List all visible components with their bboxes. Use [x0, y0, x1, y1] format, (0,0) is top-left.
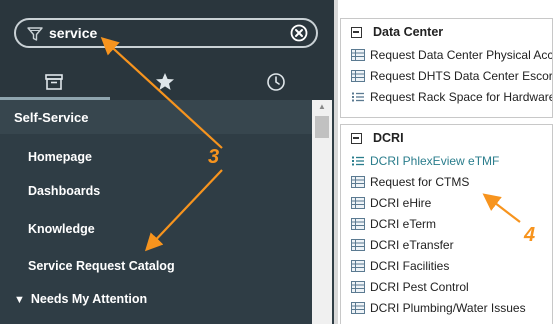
catalog-item-icon [351, 238, 365, 251]
catalog-item-icon [351, 301, 365, 314]
list-icon [352, 156, 364, 166]
panel-title: DCRI [373, 131, 404, 145]
panel-dcri: DCRI DCRI PhlexEview eTMF Request for CT… [340, 124, 553, 324]
catalog-item[interactable]: DCRI eTerm [341, 216, 552, 237]
collapse-icon[interactable] [351, 27, 362, 38]
panel-header: Data Center [341, 19, 552, 47]
catalog-item-icon [351, 48, 365, 61]
navigator-menu: Self-Service Homepage Dashboards Knowled… [0, 100, 334, 324]
application-label: Self-Service [14, 110, 89, 125]
scroll-up-arrow-icon[interactable]: ▲ [312, 100, 332, 114]
catalog-item[interactable]: Request Data Center Physical Access [341, 47, 552, 68]
content-edge [334, 0, 338, 324]
tab-all-applications[interactable] [42, 70, 66, 94]
callout-number-4: 4 [524, 224, 536, 246]
callout-number-3: 3 [208, 146, 220, 168]
application-self-service[interactable]: Self-Service [0, 100, 312, 134]
filter-text: service [49, 25, 98, 41]
navigator-tabs [0, 66, 334, 100]
panel-title: Data Center [373, 25, 444, 39]
catalog-item[interactable]: DCRI Pest Control [341, 279, 552, 300]
catalog-item[interactable]: DCRI Facilities [341, 258, 552, 279]
archive-box-icon [45, 74, 63, 90]
collapse-icon[interactable] [351, 133, 362, 144]
tab-favorites[interactable] [153, 70, 177, 94]
panel-data-center: Data Center Request Data Center Physical… [340, 18, 553, 118]
catalog-item-icon [351, 259, 365, 272]
scrollbar-thumb[interactable] [315, 116, 329, 138]
catalog-item[interactable]: DCRI PhlexEview eTMF [341, 153, 552, 174]
panel-header: DCRI [341, 125, 552, 153]
filter-icon [27, 27, 43, 41]
catalog-item-icon [351, 196, 365, 209]
clock-icon [267, 73, 285, 91]
navigator-scrollbar[interactable]: ▲ [312, 100, 332, 324]
module-dashboards[interactable]: Dashboards [28, 184, 100, 198]
catalog-item[interactable]: DCRI eTransfer [341, 237, 552, 258]
catalog-item-icon [351, 69, 365, 82]
filter-bar: service [0, 0, 334, 66]
tab-history[interactable] [264, 70, 288, 94]
expand-triangle-icon: ▼ [14, 294, 25, 306]
catalog-item-icon [351, 175, 365, 188]
star-icon [156, 73, 174, 90]
catalog-item-icon [351, 217, 365, 230]
needs-my-attention-label: Needs My Attention [30, 292, 148, 306]
filter-navigator-input[interactable]: service [14, 18, 318, 48]
module-knowledge[interactable]: Knowledge [28, 222, 95, 236]
application-navigator: service Self-Service Homepage Dashboards… [0, 0, 334, 324]
catalog-item[interactable]: Request DHTS Data Center Escort [341, 68, 552, 89]
catalog-content: Data Center Request Data Center Physical… [334, 0, 555, 324]
catalog-item[interactable]: DCRI Plumbing/Water Issues [341, 300, 552, 321]
module-service-request-catalog[interactable]: Service Request Catalog [28, 259, 175, 273]
module-homepage[interactable]: Homepage [28, 150, 92, 164]
list-icon [352, 92, 364, 102]
catalog-item-icon [351, 280, 365, 293]
clear-filter-icon[interactable] [290, 24, 308, 42]
catalog-item[interactable]: Request for CTMS [341, 174, 552, 195]
catalog-item[interactable]: Request Rack Space for Hardware [341, 89, 552, 110]
catalog-item[interactable]: DCRI eHire [341, 195, 552, 216]
application-needs-my-attention[interactable]: ▼ Needs My Attention [14, 292, 147, 306]
